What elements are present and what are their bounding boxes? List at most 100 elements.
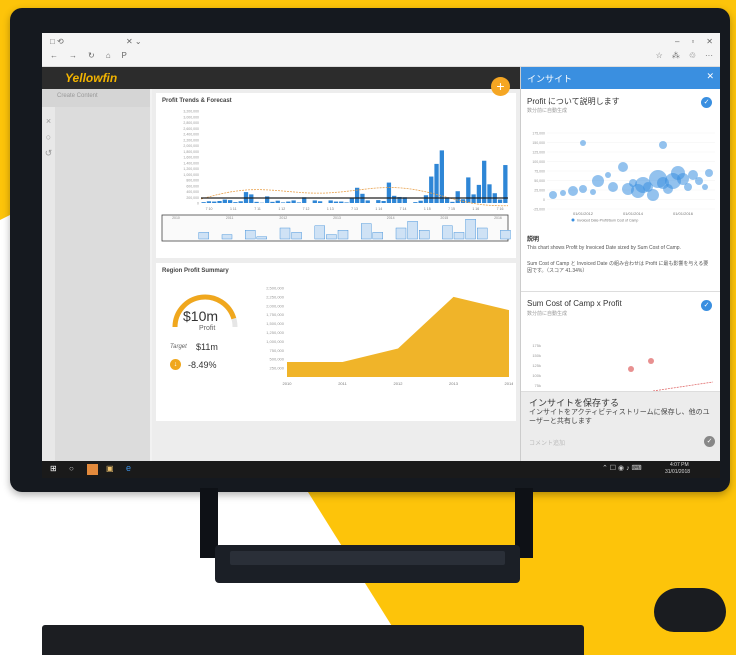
bar [482,160,487,203]
bar [386,182,392,203]
tray-icons[interactable]: ⌃ ☐ ◉ ♪ ⌨ [602,464,642,472]
bar [455,191,460,203]
x-tick-label: 7 11 [254,207,261,211]
more-icon[interactable]: ··· [705,51,713,60]
submit-icon[interactable]: ✓ [704,436,715,447]
search-icon[interactable]: ○ [69,464,74,473]
save-text: インサイトをアクティビティストリームに保存し、他のユーザーと共有します [529,409,710,425]
y-tick-label: 1,000,000 [183,173,199,177]
bar [296,202,302,203]
insight-title: インサイト [527,74,573,84]
save-insight-section: インサイトを保存する インサイトをアクティビティストリームに保存し、他のユーザー… [521,391,720,461]
y-tick-label: 2,800,000 [183,121,199,125]
bar [333,201,339,203]
clock-time[interactable]: 4:07 PM [670,462,689,468]
folder-icon[interactable]: ▣ [106,464,114,473]
close-window-button[interactable]: ✕ [706,37,713,46]
gauge-label: Profit [199,325,216,332]
app-icon[interactable] [87,464,98,475]
navigator-year: 2016 [494,216,502,220]
settings-icon[interactable]: ○ [42,129,55,145]
edge-icon[interactable]: e [126,463,131,473]
x-tick-label: 2012 [394,381,404,386]
navigator-bar [407,221,418,240]
bar [317,201,323,203]
y-tick-label: 500,000 [270,357,285,362]
refresh-icon[interactable]: ↻ [88,51,95,60]
history-icon[interactable]: ↺ [42,145,55,161]
insight-scatter-chart: 175,000 150,000 125,000 100,000 75,000 50,000… [532,132,715,223]
y-tick-label: 2,600,000 [183,127,199,131]
check-icon[interactable]: ✓ [701,300,712,311]
dashboard-canvas: Profit Trends & Forecast 3,200,000 3,000,… [152,89,520,461]
scatter-point [592,175,604,187]
forward-icon[interactable]: → [69,51,77,60]
y-tick-label: 1,250,000 [266,330,285,335]
x-tick-label: 7 14 [400,207,407,211]
yellowfin-logo[interactable]: Yellowfin [65,71,117,85]
tab-controls[interactable]: ✕ ⌄ [126,37,142,46]
search-input[interactable]: Create Content [42,89,150,107]
close-icon[interactable]: × [42,113,55,129]
bar [328,200,333,203]
y-tick-label: 75k [535,383,541,388]
x-tick-label: 7 15 [448,207,455,211]
x-tick-label: 1 14 [375,207,382,211]
scatter-point [628,366,634,372]
area-series [287,296,509,377]
trend-line [652,381,714,392]
bar [291,200,296,203]
region-area-chart: 2,500,000 2,250,000 2,000,000 1,750,000 1,50… [266,286,513,387]
scatter-point [549,191,557,199]
scatter-point [580,140,586,146]
x-tick-label: 2014 [505,381,513,386]
add-button[interactable]: + [491,77,510,96]
bar [217,200,222,203]
navigator-bar [326,234,337,240]
favorite-icon[interactable]: ☆ [656,51,663,60]
bar [312,200,317,203]
scatter-point [568,186,578,196]
card2-title: Sum Cost of Camp x Profit [527,299,622,308]
reading-icon[interactable]: ⁂ [672,51,680,60]
screen: □ ⟲ ✕ ⌄ ← → ↻ ⌂ P – ▫ ✕ ☆ ⁂ ♲ ··· Yellow… [42,33,720,478]
target-value: $11m [196,342,218,352]
keyboard [42,625,584,655]
y-tick-label: 100,000 [532,160,545,164]
bar [249,194,254,203]
share-icon[interactable]: ♲ [689,51,696,60]
close-icon[interactable]: ✕ [706,71,714,82]
mouse [654,588,726,632]
home-icon[interactable]: ⌂ [106,51,111,60]
clock-date[interactable]: 31/01/2018 [665,469,690,475]
scatter-point [684,183,692,191]
x-tick-label: 1 13 [327,207,334,211]
windows-icon[interactable]: ⊞ [50,464,57,473]
scatter-point [648,358,654,364]
navigator-bar [500,229,511,240]
address-bar[interactable]: P [122,51,127,60]
scatter-point [579,185,587,193]
bar [376,200,381,203]
navigator-year: 2010 [172,216,180,220]
navigator-year: 2014 [387,216,395,220]
divider [521,291,720,292]
back-icon[interactable]: ← [50,51,58,60]
left-nav: × ○ ↺ [42,107,55,461]
minimize-button[interactable]: – [675,37,679,46]
explain-heading: 説明 [527,237,540,243]
navigator-bar [337,229,349,240]
tab-icons[interactable]: □ ⟲ [50,37,64,46]
y-tick-label: 2,400,000 [183,133,199,137]
y-tick-label: 2,250,000 [266,294,285,299]
bar [227,200,233,203]
y-tick-label: 600,000 [186,184,199,188]
y-tick-label: 125k [532,363,541,368]
profit-trend-card: Profit Trends & Forecast 3,200,000 3,000,… [156,93,516,258]
x-tick-label: 01/01/2012 [573,211,594,216]
maximize-button[interactable]: ▫ [691,37,694,46]
comment-input[interactable]: コメント追加 [529,438,699,447]
x-tick-label: 7 13 [351,207,358,211]
check-icon[interactable]: ✓ [701,97,712,108]
bar [222,199,227,203]
